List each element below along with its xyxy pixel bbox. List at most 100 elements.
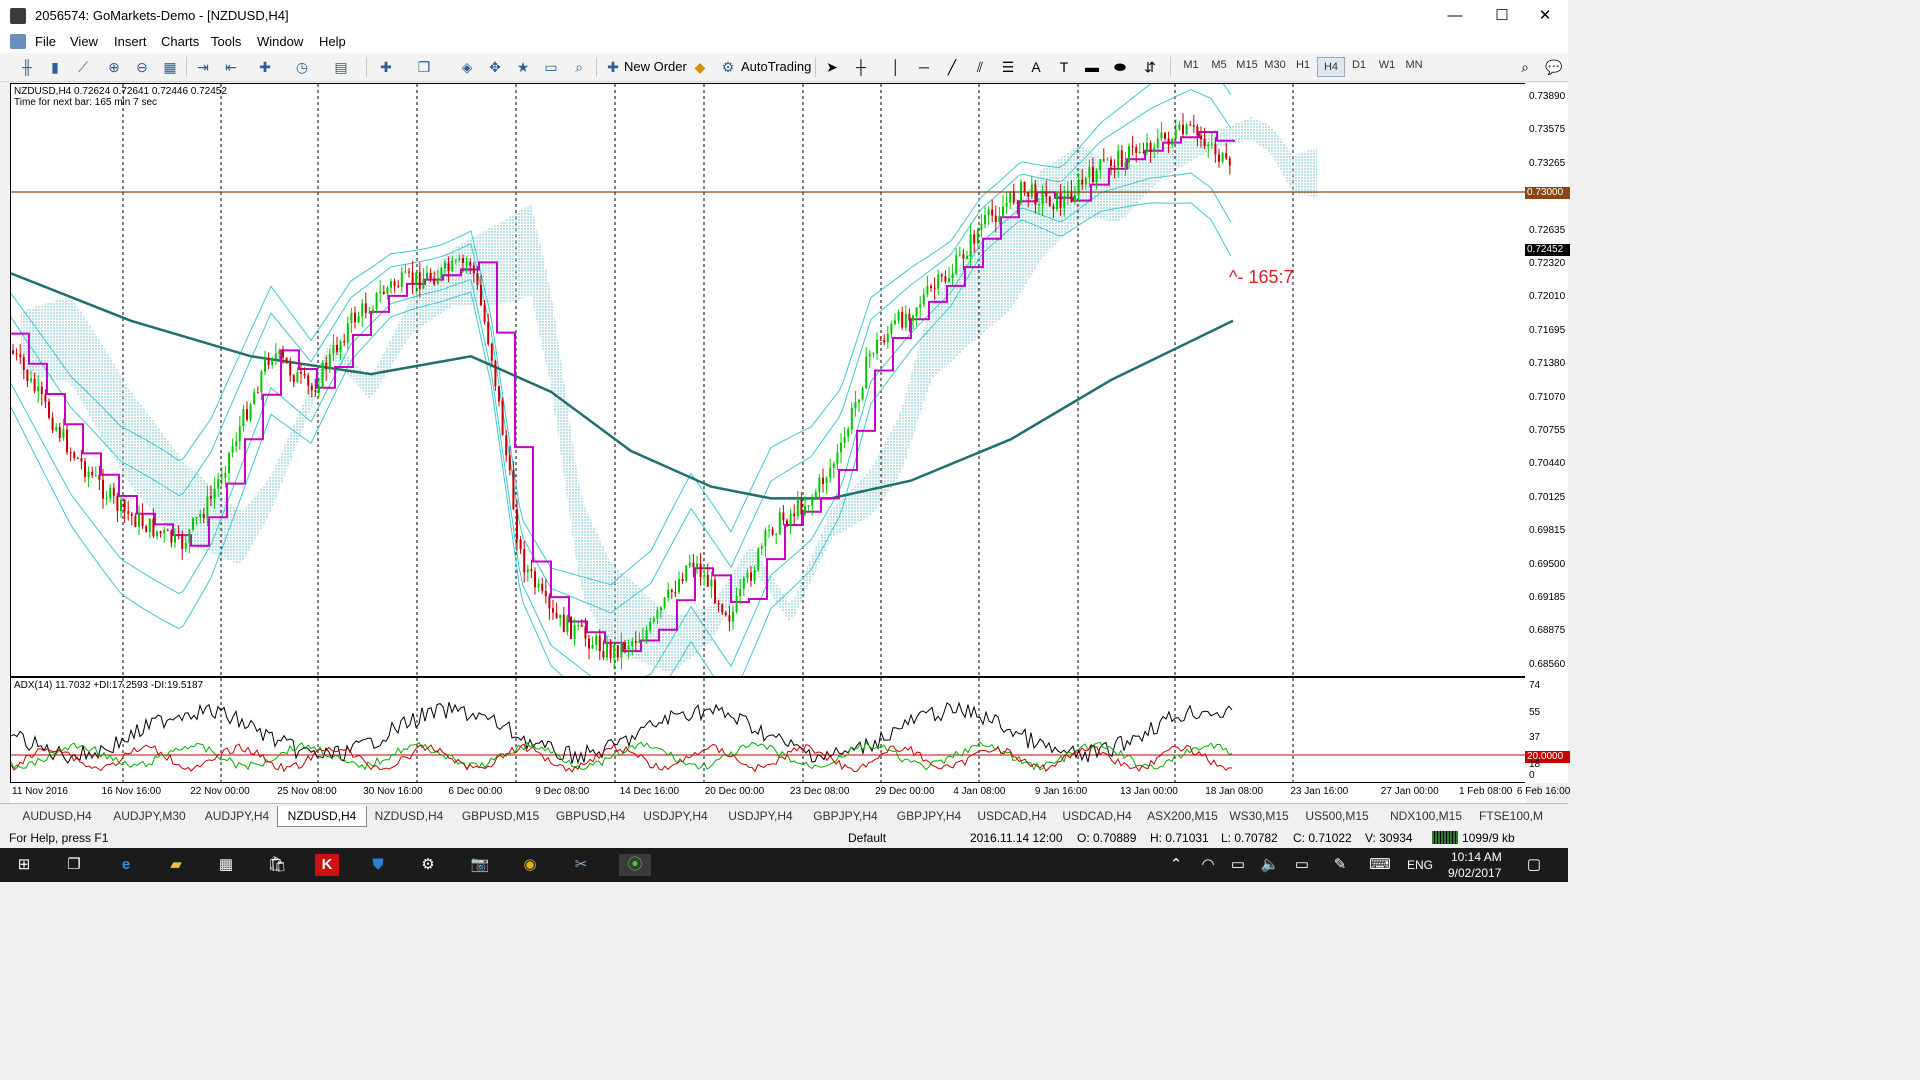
line-chart-icon[interactable]: ⟋ [73,57,93,77]
tf-d1[interactable]: D1 [1346,59,1372,71]
chart-tab[interactable]: USDJPY,H4 [633,806,718,826]
chart-tab[interactable]: AUDUSD,H4 [12,806,102,826]
defender-icon[interactable]: ⛊ [366,854,390,876]
kaspersky-icon[interactable]: K [315,854,339,876]
navigator-icon[interactable]: ✥ [485,57,505,77]
store-icon[interactable]: 🛍 [265,854,289,876]
menu-insert[interactable]: Insert [114,34,147,49]
menu-file[interactable]: File [35,34,56,49]
chart-tab[interactable]: ASX200,M15 [1140,806,1225,826]
chart-tab[interactable]: AUDJPY,M30 [102,806,197,826]
channel-icon[interactable]: ⫽ [970,57,990,77]
keyboard-icon[interactable]: ⌨ [1368,854,1392,876]
chart-menu-icon[interactable] [10,34,26,49]
new-chart-icon[interactable]: ✚ [376,57,396,77]
text-label-icon[interactable]: T [1054,57,1074,77]
clock-date[interactable]: 9/02/2017 [1448,866,1501,880]
tile-windows-icon[interactable]: ▦ [160,57,180,77]
ellipse-icon[interactable]: ⬬ [1110,57,1130,77]
chat-icon[interactable]: 💬 [1544,57,1564,77]
chart-tab[interactable]: WS30,M15 [1225,806,1293,826]
vertical-line-icon[interactable]: │ [886,57,906,77]
templates-icon[interactable]: ▤ [331,57,351,77]
maximize-button[interactable]: ☐ [1479,0,1525,31]
pen-icon[interactable]: ✎ [1328,854,1352,876]
candlestick-icon[interactable]: ▮ [45,57,65,77]
indicators-icon[interactable]: ✚ [255,57,275,77]
tray-expand-icon[interactable]: ⌃ [1164,854,1188,876]
zoom-out-icon[interactable]: ⊖ [132,57,152,77]
auto-scroll-icon[interactable]: ⇥ [193,57,213,77]
horizontal-line-icon[interactable]: ─ [914,57,934,77]
network-tool-icon[interactable]: ⚙ [416,854,440,876]
language-indicator[interactable]: ENG [1407,858,1433,872]
search-icon[interactable]: ⌕ [1515,57,1535,77]
tf-m15[interactable]: M15 [1234,59,1260,71]
chart-tab[interactable]: USDCAD,H4 [1054,806,1140,826]
favorites-icon[interactable]: ★ [513,57,533,77]
chart-tab[interactable]: USDCAD,H4 [970,806,1054,826]
file-explorer-icon[interactable]: ▰ [164,854,188,876]
fibonacci-icon[interactable]: ☰ [998,57,1018,77]
metatrader-icon[interactable]: ⦿ [619,854,651,876]
wifi-icon[interactable]: ◠ [1196,854,1220,876]
terminal-icon[interactable]: ▭ [541,57,561,77]
edge-browser-icon[interactable]: e [114,854,138,876]
volume-icon[interactable]: 🔈 [1258,854,1282,876]
cursor-icon[interactable]: ➤ [822,57,842,77]
menu-view[interactable]: View [70,34,98,49]
strategy-tester-icon[interactable]: ⌕ [569,57,589,77]
chart-tab[interactable]: NDX100,M15 [1381,806,1471,826]
chart-tab[interactable]: FTSE100,M [1471,806,1551,826]
chart-tab[interactable]: US500,M15 [1293,806,1381,826]
tf-m5[interactable]: M5 [1206,59,1232,71]
rectangle-icon[interactable]: ▬ [1082,57,1102,77]
calculator-icon[interactable]: ▦ [214,854,238,876]
battery-icon[interactable]: ▭ [1290,854,1314,876]
tf-h1[interactable]: H1 [1290,59,1316,71]
chrome-icon[interactable]: ◉ [518,854,542,876]
metaeditor-icon[interactable]: ◆ [690,57,710,77]
autotrading-icon[interactable]: ⚙ [718,57,738,77]
trendline-icon[interactable]: ╱ [942,57,962,77]
chart-tab[interactable]: GBPJPY,H4 [803,806,888,826]
price-chart[interactable]: NZDUSD,H4 0.72624 0.72641 0.72446 0.7245… [10,83,1526,677]
new-order-icon[interactable]: ✚ [603,57,623,77]
arrows-icon[interactable]: ⇵ [1140,57,1160,77]
autotrading-button[interactable]: AutoTrading [741,59,811,74]
task-view-icon[interactable]: ❐ [62,854,86,876]
profiles-icon[interactable]: ❐ [414,57,434,77]
tf-h4[interactable]: H4 [1317,57,1345,77]
menu-charts[interactable]: Charts [161,34,199,49]
adx-chart[interactable]: ADX(14) 11.7032 +DI:17.2593 -DI:19.5187 [10,677,1526,783]
notifications-icon[interactable]: ▢ [1522,854,1546,876]
text-icon[interactable]: A [1026,57,1046,77]
windows-start-icon[interactable]: ⊞ [12,854,36,876]
chart-tab[interactable]: GBPJPY,H4 [888,806,970,826]
snipping-tool-icon[interactable]: ✂ [569,854,593,876]
tf-m30[interactable]: M30 [1262,59,1288,71]
zoom-in-icon[interactable]: ⊕ [104,57,124,77]
close-button[interactable]: ✕ [1522,0,1568,31]
crosshair-icon[interactable]: ┼ [851,57,871,77]
chart-tab[interactable]: NZDUSD,H4 [365,806,453,826]
new-order-button[interactable]: New Order [624,59,687,74]
chart-tab[interactable]: NZDUSD,H4 [277,806,367,827]
chart-tab[interactable]: AUDJPY,H4 [197,806,277,826]
periods-icon[interactable]: ◷ [292,57,312,77]
camera-icon[interactable]: 📷 [468,854,492,876]
menu-tools[interactable]: Tools [211,34,241,49]
chart-tab[interactable]: GBPUSD,M15 [453,806,548,826]
chart-tab[interactable]: GBPUSD,H4 [548,806,633,826]
clock-time[interactable]: 10:14 AM [1451,850,1502,864]
market-watch-icon[interactable]: ◈ [457,57,477,77]
minimize-button[interactable]: — [1432,0,1478,31]
menu-window[interactable]: Window [257,34,303,49]
bar-chart-icon[interactable]: ╫ [17,57,37,77]
chart-tab[interactable]: USDJPY,H4 [718,806,803,826]
chart-shift-icon[interactable]: ⇤ [221,57,241,77]
tf-m1[interactable]: M1 [1178,59,1204,71]
menu-help[interactable]: Help [319,34,346,49]
display-icon[interactable]: ▭ [1226,854,1250,876]
tf-mn[interactable]: MN [1401,59,1427,71]
